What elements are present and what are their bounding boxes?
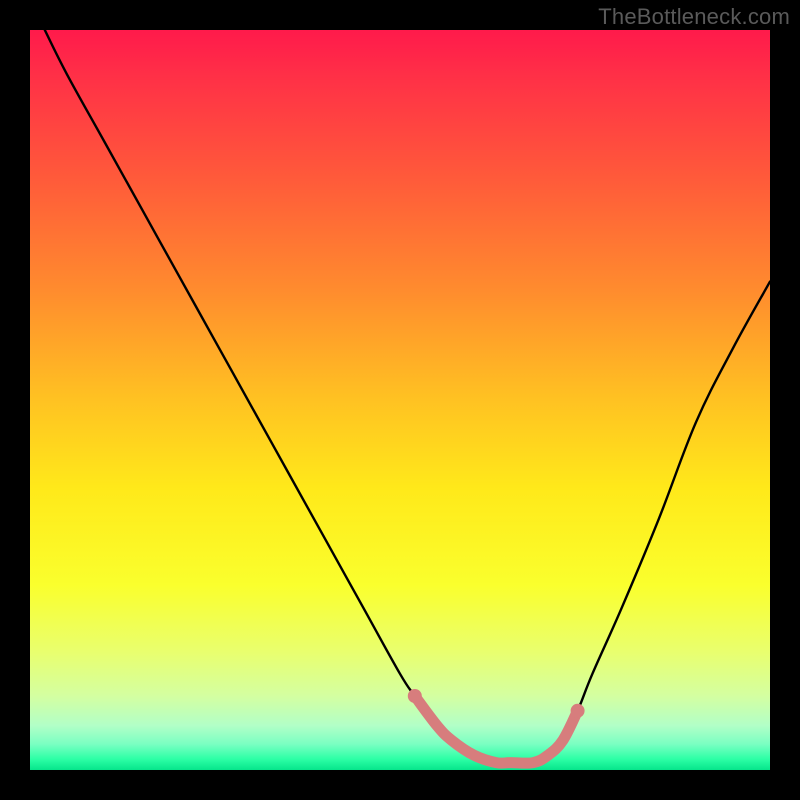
sweet-spot-dot — [408, 689, 422, 703]
sweet-spot-dot — [571, 704, 585, 718]
watermark-text: TheBottleneck.com — [598, 4, 790, 30]
plot-area — [30, 30, 770, 770]
gradient-background — [30, 30, 770, 770]
chart-frame: TheBottleneck.com — [0, 0, 800, 800]
bottleneck-chart — [30, 30, 770, 770]
